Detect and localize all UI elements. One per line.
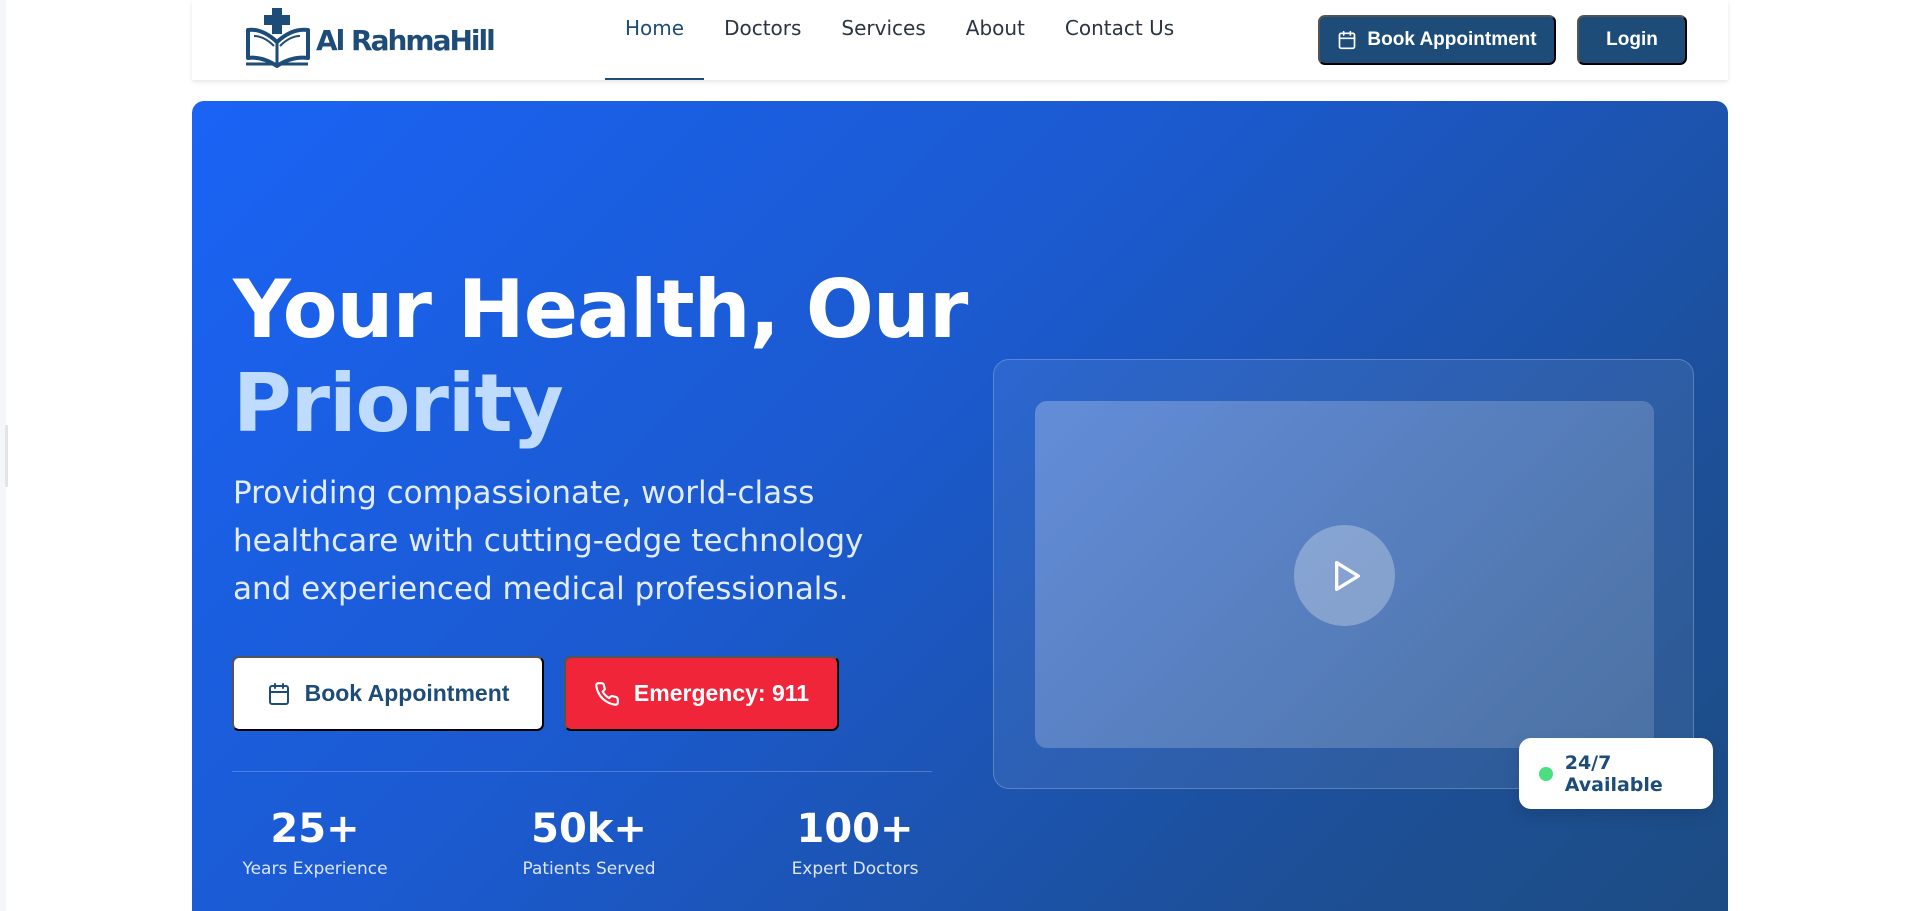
video-player[interactable] — [1035, 401, 1654, 748]
nav-label: Doctors — [724, 16, 802, 40]
stat-value: 25+ — [270, 806, 360, 852]
nav-book-label: Book Appointment — [1367, 29, 1537, 50]
scroll-indicator[interactable] — [5, 425, 8, 487]
stat-value: 50k+ — [531, 806, 647, 852]
phone-icon — [595, 681, 619, 706]
availability-badge: 24/7 Available — [1519, 738, 1713, 809]
hero-title: Your Health, Our Priority — [233, 263, 968, 451]
play-button[interactable] — [1294, 525, 1395, 626]
nav-link-services[interactable]: Services — [821, 16, 945, 80]
emergency-call-button[interactable]: Emergency: 911 — [564, 656, 839, 731]
hero-title-accent: Priority — [233, 357, 564, 450]
hero-book-label: Book Appointment — [304, 680, 510, 706]
hero-title-line1: Your Health, Our — [233, 263, 968, 356]
book-cross-logo-icon — [246, 8, 310, 68]
brand-name: Al RahmaHill — [316, 23, 496, 57]
logo[interactable]: Al RahmaHill — [244, 6, 496, 68]
login-label: Login — [1606, 29, 1658, 50]
emergency-label: Emergency: 911 — [633, 680, 810, 706]
nav-book-appointment-button[interactable]: Book Appointment — [1318, 15, 1556, 65]
hero-book-appointment-button[interactable]: Book Appointment — [232, 656, 544, 731]
nav-label: Home — [625, 16, 685, 40]
stat-label: Years Experience — [242, 859, 388, 879]
stat-label: Patients Served — [522, 859, 656, 879]
nav-label: Services — [841, 16, 926, 40]
nav-link-about[interactable]: About — [946, 16, 1045, 80]
video-card — [993, 359, 1694, 789]
stat-expert-doctors: 100+ Expert Doctors — [752, 807, 958, 879]
navbar: Al RahmaHill Home Doctors Services About… — [192, 0, 1728, 80]
stat-label: Expert Doctors — [791, 859, 919, 879]
main-nav: Home Doctors Services About Contact Us — [605, 0, 1194, 80]
stat-years-experience: 25+ Years Experience — [232, 807, 398, 879]
stat-patients-served: 50k+ Patients Served — [512, 807, 666, 879]
calendar-icon — [268, 682, 289, 705]
hero-subtitle: Providing compassionate, world-class hea… — [233, 475, 864, 607]
nav-label: About — [965, 16, 1025, 40]
stat-value: 100+ — [796, 806, 914, 852]
availability-text: 24/7 Available — [1564, 751, 1663, 796]
stats-divider — [232, 771, 932, 772]
calendar-icon — [1339, 30, 1356, 50]
nav-link-contact[interactable]: Contact Us — [1045, 16, 1194, 80]
login-button[interactable]: Login — [1577, 15, 1687, 65]
nav-link-home[interactable]: Home — [605, 16, 705, 80]
nav-label: Contact Us — [1064, 16, 1175, 40]
status-dot-icon — [1539, 766, 1553, 781]
nav-link-doctors[interactable]: Doctors — [704, 16, 821, 80]
play-icon — [1334, 560, 1360, 591]
hero-section: Your Health, Our Priority Providing comp… — [192, 101, 1728, 911]
